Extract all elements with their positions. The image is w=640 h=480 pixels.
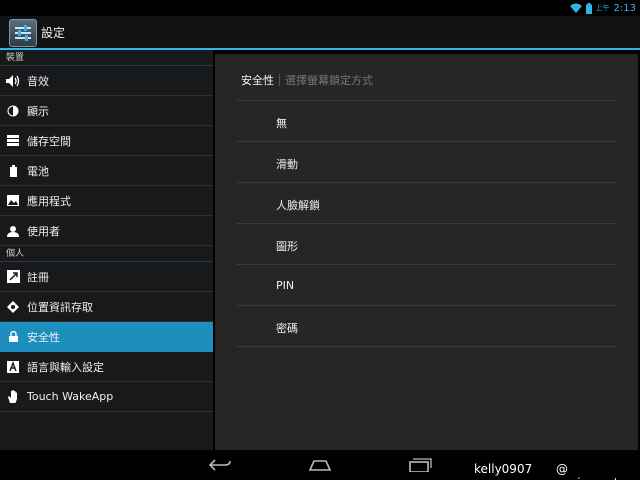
breadcrumb-separator xyxy=(279,74,280,86)
sidebar-item-apps[interactable]: 應用程式 xyxy=(0,186,213,216)
sidebar-item-label: 顯示 xyxy=(27,104,49,118)
wifi-icon xyxy=(569,3,582,13)
battery-status-icon xyxy=(585,2,592,14)
sidebar-item-battery[interactable]: 電池 xyxy=(0,156,213,186)
sidebar-item-users[interactable]: 使用者 xyxy=(0,216,213,246)
sidebar-item-label: 安全性 xyxy=(27,330,60,344)
breadcrumb: 安全性 選擇螢幕鎖定方式 xyxy=(241,72,373,88)
storage-icon xyxy=(6,134,20,148)
battery-icon xyxy=(6,164,20,178)
recent-apps-button[interactable] xyxy=(405,456,435,474)
option-label: PIN xyxy=(276,279,295,292)
sidebar-item-label: 應用程式 xyxy=(27,194,71,208)
brightness-icon xyxy=(6,104,20,118)
section-header-personal: 個人 xyxy=(0,246,213,262)
back-arrow-icon xyxy=(208,459,231,471)
breadcrumb-title[interactable]: 安全性 xyxy=(241,72,274,88)
sidebar-item-display[interactable]: 顯示 xyxy=(0,96,213,126)
sidebar-item-label: 音效 xyxy=(27,74,49,88)
option-label: 密碼 xyxy=(276,322,298,335)
lock-option-face-unlock[interactable]: 人臉解鎖 xyxy=(236,183,616,224)
sidebar-item-accounts[interactable]: 註冊 xyxy=(0,262,213,292)
status-indicators: 上午 2:13 xyxy=(569,1,636,15)
status-bar: 上午 2:13 xyxy=(0,0,640,16)
navigation-bar xyxy=(0,450,640,480)
sidebar-item-label: 電池 xyxy=(27,164,49,178)
section-header-device: 裝置 xyxy=(0,50,213,66)
lock-option-password[interactable]: 密碼 xyxy=(236,306,616,347)
sidebar-item-label: Touch WakeApp xyxy=(27,390,114,403)
watermark-author: kelly0907 xyxy=(472,462,535,476)
sidebar-item-label: 註冊 xyxy=(27,270,49,284)
sidebar-item-storage[interactable]: 儲存空間 xyxy=(0,126,213,156)
option-label: 圖形 xyxy=(276,240,298,253)
lock-option-pin[interactable]: PIN xyxy=(236,265,616,306)
location-icon xyxy=(6,300,20,314)
option-label: 滑動 xyxy=(276,158,298,171)
settings-sidebar: 裝置 音效 顯示 儲存空間 電池 應用程式 使用者 個人 註冊 位置資訊存取 安… xyxy=(0,50,213,450)
user-icon xyxy=(6,224,20,238)
sidebar-item-label: 語言與輸入設定 xyxy=(27,360,104,374)
content-pane: 安全性 選擇螢幕鎖定方式 無 滑動 人臉解鎖 圖形 PIN 密碼 xyxy=(215,54,638,450)
clock-time: 2:13 xyxy=(613,2,636,14)
sidebar-item-sound[interactable]: 音效 xyxy=(0,66,213,96)
lock-option-slide[interactable]: 滑動 xyxy=(236,142,616,183)
ampm-label: 上午 xyxy=(595,4,610,12)
lock-option-none[interactable]: 無 xyxy=(236,101,616,142)
sliders-icon xyxy=(15,25,31,41)
sidebar-item-security[interactable]: 安全性 xyxy=(0,322,213,352)
back-button[interactable] xyxy=(205,456,235,474)
watermark-site: @ sogi.com.tw xyxy=(554,462,640,480)
breadcrumb-subtitle: 選擇螢幕鎖定方式 xyxy=(285,74,373,87)
lock-option-pattern[interactable]: 圖形 xyxy=(236,224,616,265)
keyboard-a-icon xyxy=(6,360,20,374)
apps-icon xyxy=(6,194,20,208)
action-bar: 設定 xyxy=(0,16,640,50)
home-icon xyxy=(308,460,332,471)
volume-icon xyxy=(6,74,20,88)
sidebar-item-language-input[interactable]: 語言與輸入設定 xyxy=(0,352,213,382)
sidebar-item-label: 儲存空間 xyxy=(27,134,71,148)
option-label: 無 xyxy=(276,117,287,130)
recent-apps-icon xyxy=(409,458,432,472)
sidebar-item-location[interactable]: 位置資訊存取 xyxy=(0,292,213,322)
account-icon xyxy=(6,270,20,284)
sidebar-item-label: 使用者 xyxy=(27,224,60,238)
sidebar-item-label: 位置資訊存取 xyxy=(27,300,93,314)
app-title: 設定 xyxy=(41,26,66,40)
hand-icon xyxy=(6,390,20,404)
settings-app-icon[interactable] xyxy=(9,19,37,47)
option-label: 人臉解鎖 xyxy=(276,199,320,212)
lock-icon xyxy=(6,330,20,344)
home-button[interactable] xyxy=(305,456,335,474)
sidebar-item-touch-wakeapp[interactable]: Touch WakeApp xyxy=(0,382,213,412)
